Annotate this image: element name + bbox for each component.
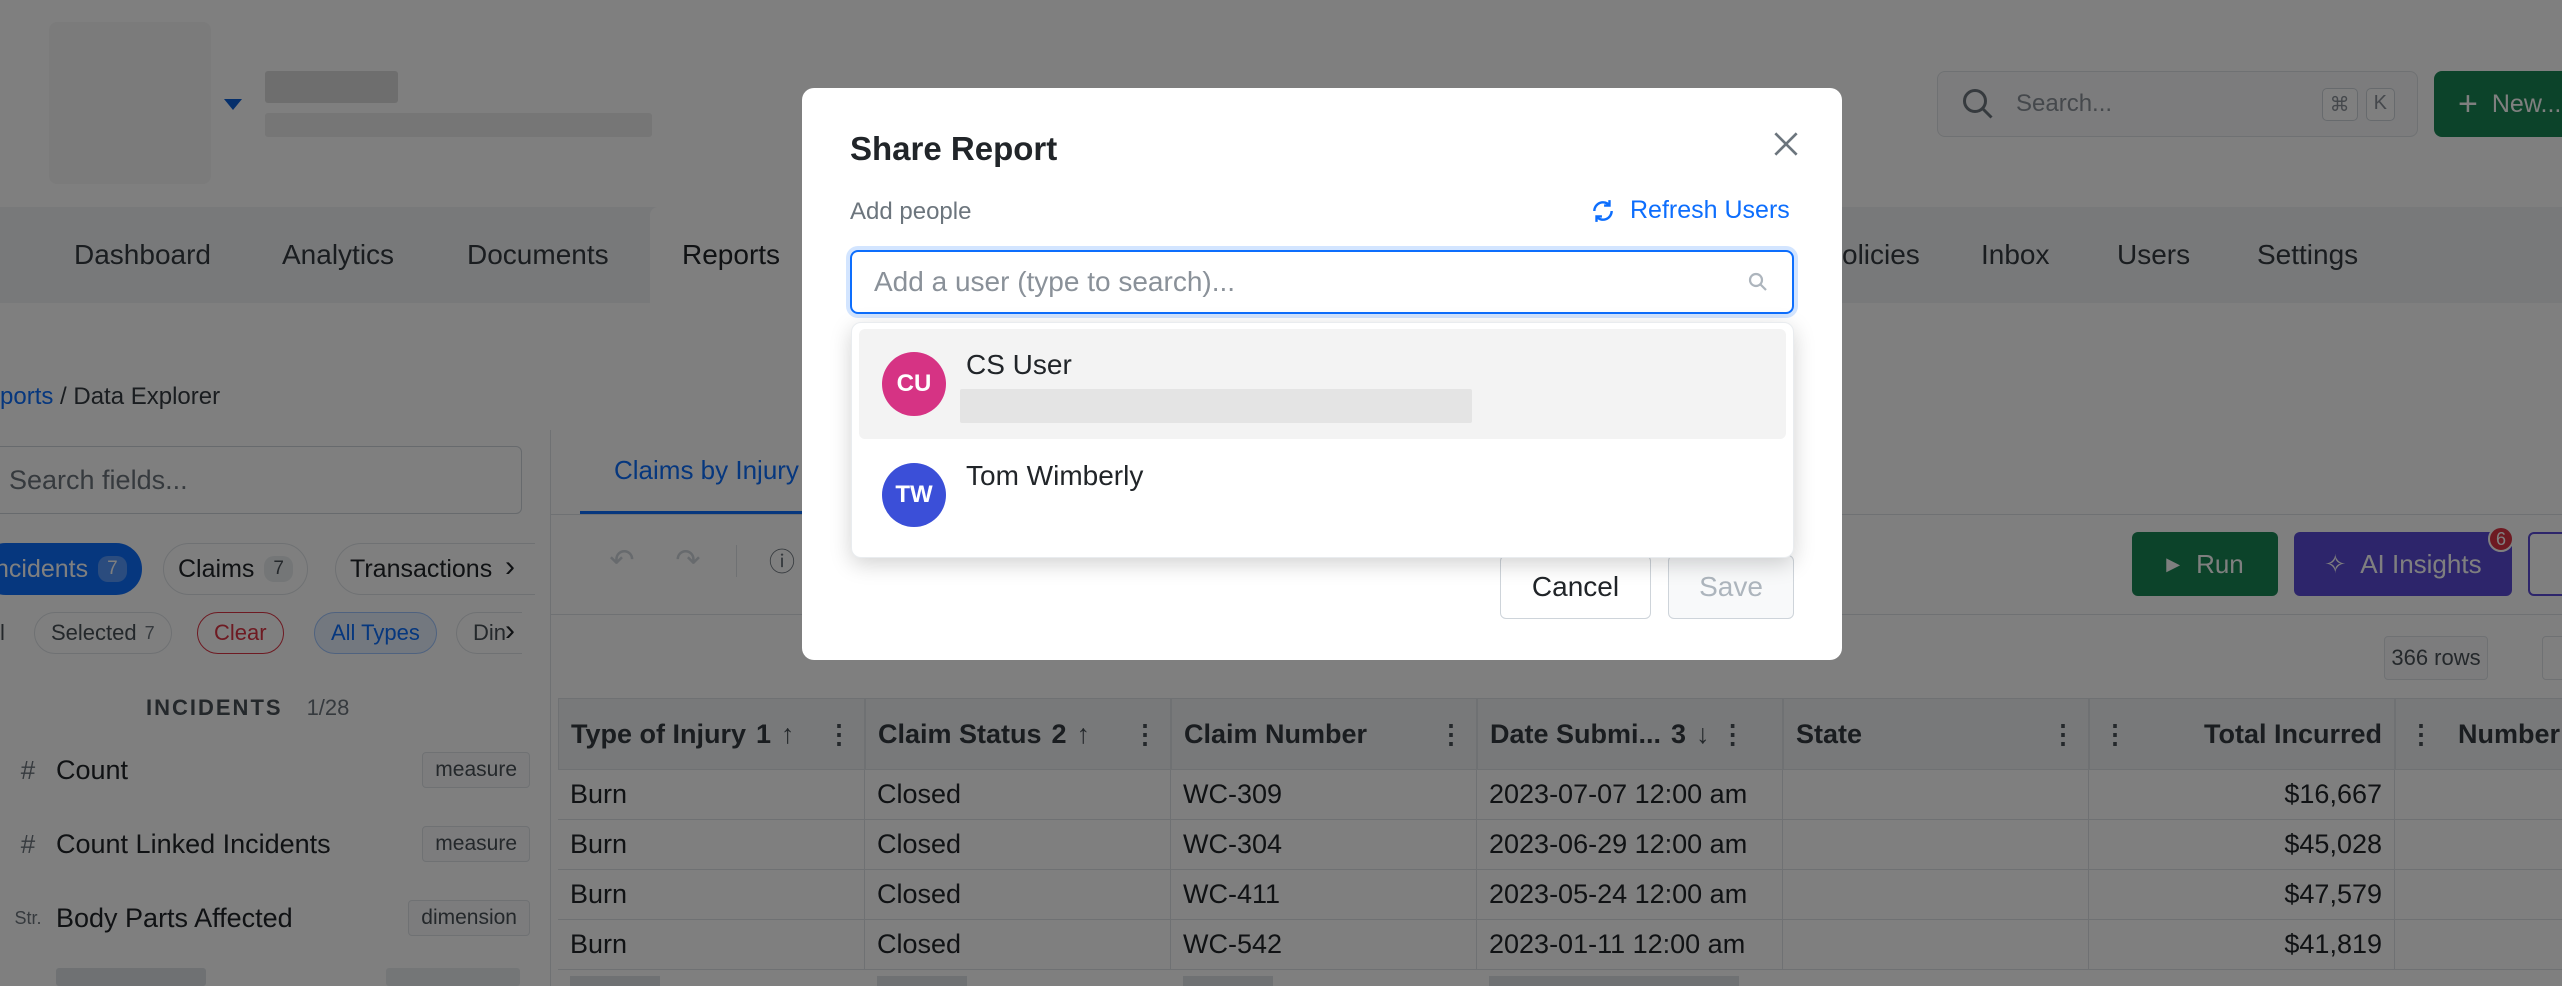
user-email-placeholder (960, 389, 1472, 423)
cancel-button[interactable]: Cancel (1500, 555, 1651, 619)
close-icon[interactable] (1770, 128, 1802, 160)
search-icon (1748, 272, 1767, 291)
save-button[interactable]: Save (1668, 555, 1794, 619)
refresh-users-label: Refresh Users (1630, 196, 1790, 224)
add-people-label: Add people (850, 198, 972, 225)
avatar: TW (882, 463, 946, 527)
user-option-cs-user[interactable]: CU CS User (859, 329, 1786, 439)
modal-title: Share Report (850, 130, 1058, 167)
user-option-tom-wimberly[interactable]: TW Tom Wimberly (859, 439, 1786, 549)
user-option-name: CS User (966, 349, 1072, 380)
avatar: CU (882, 352, 946, 416)
user-search-placeholder: Add a user (type to search)... (874, 266, 1236, 297)
refresh-users-button[interactable]: Refresh Users (1590, 196, 1790, 225)
user-search-input[interactable]: Add a user (type to search)... (850, 250, 1794, 314)
refresh-icon (1593, 199, 1613, 222)
user-option-name: Tom Wimberly (966, 460, 1144, 491)
app-page: Search... ⌘ K + New... Dashboard Analyti… (0, 0, 2562, 986)
